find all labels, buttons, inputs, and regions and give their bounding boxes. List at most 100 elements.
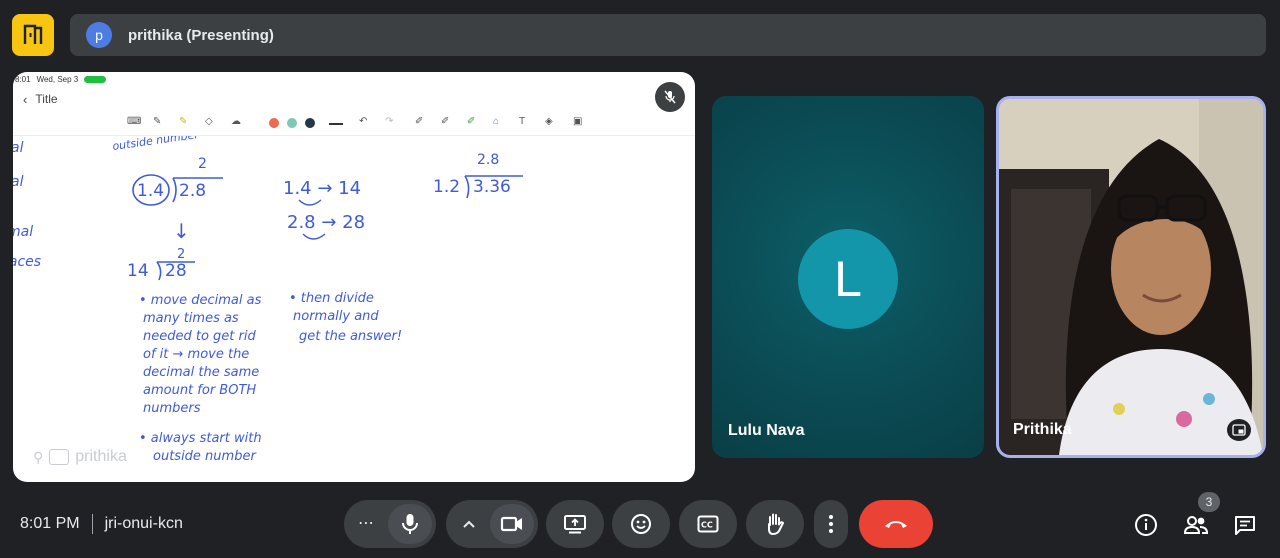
status-date: Wed, Sep 3 bbox=[36, 74, 79, 84]
emoji-icon bbox=[631, 514, 651, 534]
eraser-icon: ◇ bbox=[205, 116, 213, 127]
tag-icon: ◈ bbox=[545, 116, 553, 127]
raise-hand-icon bbox=[768, 513, 785, 536]
note-toolbar: ⌨ ✎ ✎ ◇ ☁ ↶ ↷ ✐ ✐ ✐ ⌂ T ◈ ▣ bbox=[13, 112, 695, 136]
participant-name: Lulu Nava bbox=[728, 422, 805, 439]
note-1-line: numbers bbox=[143, 401, 201, 416]
text-icon: T bbox=[519, 116, 526, 127]
door-logo-icon bbox=[23, 24, 43, 44]
highlighter-icon: ✎ bbox=[179, 116, 188, 127]
reactions-button[interactable] bbox=[612, 500, 670, 548]
division-3-divisor: 1.2 bbox=[433, 177, 460, 197]
division-2-dividend: 28 bbox=[165, 261, 187, 281]
conversion-2: 2.8 → 28 bbox=[287, 212, 365, 233]
handwritten-notes: al al mal laces outside number 2 1.4 2.8… bbox=[13, 136, 523, 464]
video-control-group bbox=[446, 500, 538, 548]
left-fragment: mal bbox=[13, 224, 33, 240]
mic-icon bbox=[402, 514, 418, 534]
battery-icon bbox=[84, 75, 107, 83]
color-swatch-navy bbox=[305, 118, 315, 128]
marker-icon: ✐ bbox=[467, 116, 476, 127]
note-3-line: outside number bbox=[153, 449, 257, 464]
camera-icon bbox=[500, 516, 522, 532]
home-icon: ⌂ bbox=[493, 116, 500, 127]
color-swatch-orange bbox=[269, 118, 279, 128]
left-fragment: al bbox=[13, 140, 24, 156]
division-3-dividend: 3.36 bbox=[473, 177, 511, 197]
meeting-code: jri-onui-kcn bbox=[104, 515, 183, 532]
note-2-line: • then divide bbox=[289, 291, 374, 306]
left-fragment: al bbox=[13, 174, 24, 190]
redo-icon: ↷ bbox=[385, 116, 394, 127]
presenter-avatar: p bbox=[86, 22, 112, 48]
note-2-line: normally and bbox=[293, 309, 379, 324]
participant-tile-lulu[interactable]: L Lulu Nava bbox=[712, 96, 984, 458]
decimal-move-arc bbox=[302, 233, 326, 240]
note-1-line: • move decimal as bbox=[139, 293, 262, 308]
note-1-line: amount for BOTH bbox=[143, 383, 256, 398]
tablet-status-bar: 8:01 Wed, Sep 3 bbox=[13, 72, 695, 86]
division-1-divisor: 1.4 bbox=[137, 181, 164, 201]
keyboard-icon: ⌨ bbox=[127, 116, 142, 127]
pip-icon bbox=[1232, 424, 1246, 436]
note-2-line: get the answer! bbox=[299, 329, 402, 344]
note-header: ‹ Title bbox=[13, 86, 695, 112]
presenter-watermark-label: prithika bbox=[75, 448, 127, 465]
people-count-badge: 3 bbox=[1198, 492, 1220, 512]
pip-button[interactable] bbox=[1227, 419, 1251, 441]
captions-button[interactable]: CC bbox=[679, 500, 737, 548]
clock-time: 8:01 PM bbox=[20, 515, 80, 532]
pen-icon: ✎ bbox=[153, 116, 162, 127]
svg-text:CC: CC bbox=[701, 521, 713, 530]
outside-number-label: outside number bbox=[112, 136, 201, 153]
undo-icon: ↶ bbox=[359, 116, 368, 127]
divider bbox=[91, 514, 93, 534]
participant-tile-prithika[interactable]: Prithika bbox=[996, 96, 1266, 458]
pin-icon: ⚲ bbox=[33, 448, 44, 465]
mic-button[interactable] bbox=[388, 504, 432, 544]
color-swatch-teal bbox=[287, 118, 297, 128]
chat-button[interactable] bbox=[1232, 512, 1258, 538]
people-button[interactable] bbox=[1182, 512, 1210, 538]
screen-icon bbox=[49, 449, 70, 465]
presenter-watermark: ⚲ prithika bbox=[33, 448, 127, 466]
status-time: 8:01 bbox=[15, 74, 31, 84]
more-vert-icon bbox=[829, 515, 833, 533]
note-title: Title bbox=[35, 92, 58, 106]
note-1-line: decimal the same bbox=[143, 365, 259, 380]
note-3-line: • always start with bbox=[139, 431, 262, 446]
raise-hand-button[interactable] bbox=[746, 500, 804, 548]
mic-off-icon bbox=[664, 90, 676, 104]
present-screen-button[interactable] bbox=[546, 500, 604, 548]
end-call-icon bbox=[885, 521, 907, 528]
camera-video-feed bbox=[999, 99, 1263, 455]
meet-logo[interactable] bbox=[12, 14, 54, 56]
more-options-button[interactable] bbox=[814, 500, 848, 548]
captions-icon: CC bbox=[697, 515, 719, 533]
lock-icon: ▣ bbox=[573, 116, 583, 127]
note-1-line: of it → move the bbox=[143, 347, 249, 362]
conversion-1: 1.4 → 14 bbox=[283, 178, 361, 199]
division-2-quotient: 2 bbox=[177, 247, 185, 262]
division-1-dividend: 2.8 bbox=[179, 181, 206, 201]
camera-button[interactable] bbox=[490, 504, 534, 544]
left-fragment: laces bbox=[13, 254, 41, 270]
meeting-details: 8:01 PM jri-onui-kcn bbox=[20, 514, 183, 534]
screen-share-tile[interactable]: 8:01 Wed, Sep 3 ‹ Title ⌨ ✎ ✎ ◇ ☁ ↶ ↷ ✐ … bbox=[13, 72, 695, 482]
audio-control-group: ⋯ bbox=[344, 500, 436, 548]
present-screen-icon bbox=[564, 515, 586, 534]
chevron-up-icon[interactable] bbox=[462, 519, 476, 529]
division-3-quotient: 2.8 bbox=[477, 152, 499, 168]
shape-icon: ☁ bbox=[231, 116, 241, 127]
leave-call-button[interactable] bbox=[859, 500, 933, 548]
back-arrow-icon: ‹ bbox=[23, 91, 28, 107]
meeting-info-button[interactable] bbox=[1133, 512, 1159, 538]
people-icon bbox=[1183, 516, 1209, 534]
participant-name: Prithika bbox=[1013, 421, 1072, 438]
participant-avatar: L bbox=[798, 229, 898, 329]
audio-options-button[interactable]: ⋯ bbox=[358, 513, 374, 533]
mute-indicator bbox=[655, 82, 685, 112]
lasso-icon: ✐ bbox=[415, 116, 424, 127]
info-icon bbox=[1135, 514, 1157, 536]
presenting-bar: p prithika (Presenting) bbox=[70, 14, 1266, 56]
